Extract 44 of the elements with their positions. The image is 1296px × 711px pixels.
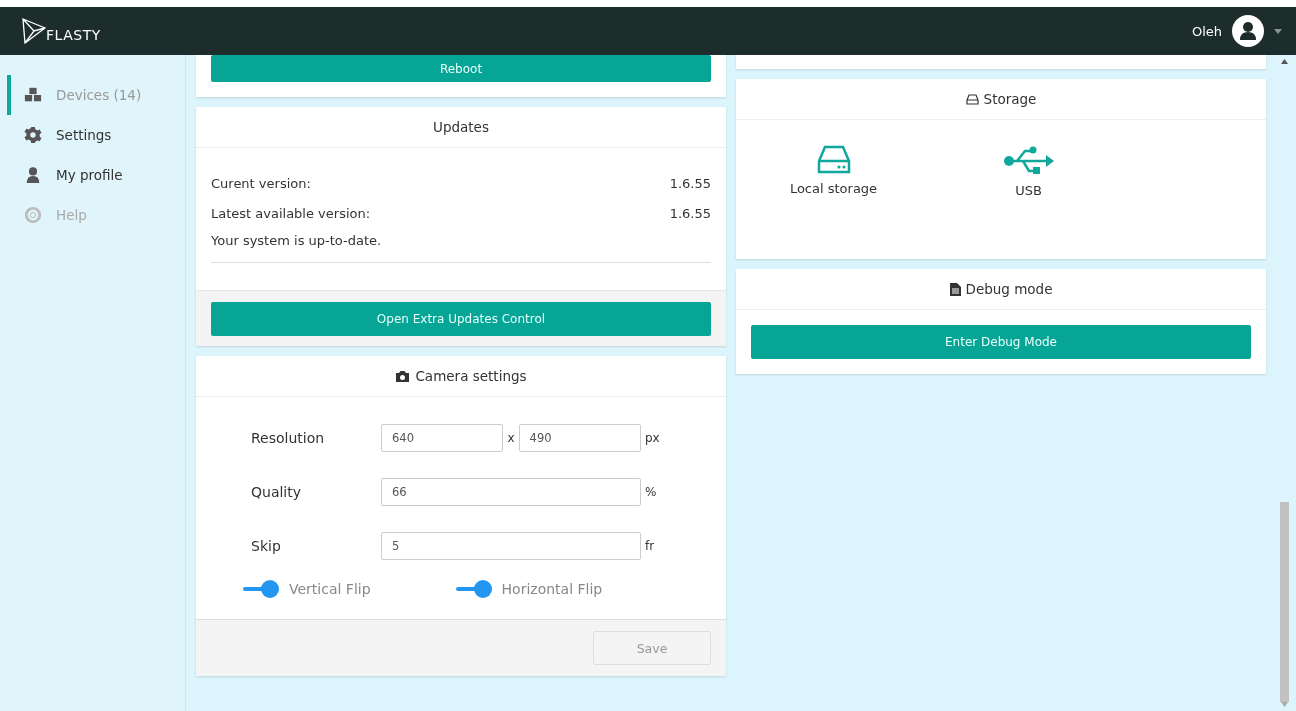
input-field[interactable]: 5 [381,532,641,560]
card-title: Debug mode [965,281,1053,297]
field-label: Resolution [251,430,326,446]
usb-icon[interactable] [1002,145,1055,177]
drive-icon [965,93,979,105]
card-title: Updates [433,119,489,135]
unit-label: fr [645,539,655,553]
scroll-up-icon[interactable] [1280,59,1288,64]
scrollbar-thumb[interactable] [1280,502,1289,702]
field-label: Skip [251,538,282,554]
cubes-icon [24,86,42,104]
card-title: Storage [983,91,1037,107]
separator-label: x [507,431,515,445]
toggle-label: Horizontal Flip [501,581,603,597]
unit-label: % [645,485,657,499]
user-name[interactable]: Oleh [1191,23,1222,39]
toggle-switch[interactable] [243,579,279,599]
sidebar-item[interactable]: Settings [7,115,185,155]
caret-icon[interactable] [1274,28,1282,34]
update-status: Your system is up-to-date. [211,233,711,263]
document-icon [949,282,961,296]
version-label: Curent version: [211,175,311,191]
field-label: Quality [251,484,303,500]
version-label: Latest available version: [211,205,371,221]
version-value: 1.6.55 [669,205,711,221]
toggle-label: Vertical Flip [289,581,371,597]
avatar-icon[interactable] [1232,15,1264,47]
version-value: 1.6.55 [669,175,711,191]
gear-icon [24,126,42,144]
storage-label: Local storage [789,181,878,196]
toggle-switch[interactable] [455,579,492,599]
lifebuoy-icon [24,206,42,224]
unit-label: px [645,431,660,445]
card-title: Camera settings [415,368,527,384]
user-icon [24,166,42,184]
camera-icon [395,369,411,383]
input-field[interactable]: 66 [381,478,641,506]
app-logo: FLASTY [46,27,101,43]
hard-drive-icon[interactable] [816,145,851,175]
paper-plane-icon [22,18,46,44]
storage-label: USB [1015,183,1042,198]
input-field[interactable]: 640 [381,424,504,452]
input-field[interactable]: 490 [518,424,641,452]
sidebar-item[interactable]: My profile [7,155,185,195]
